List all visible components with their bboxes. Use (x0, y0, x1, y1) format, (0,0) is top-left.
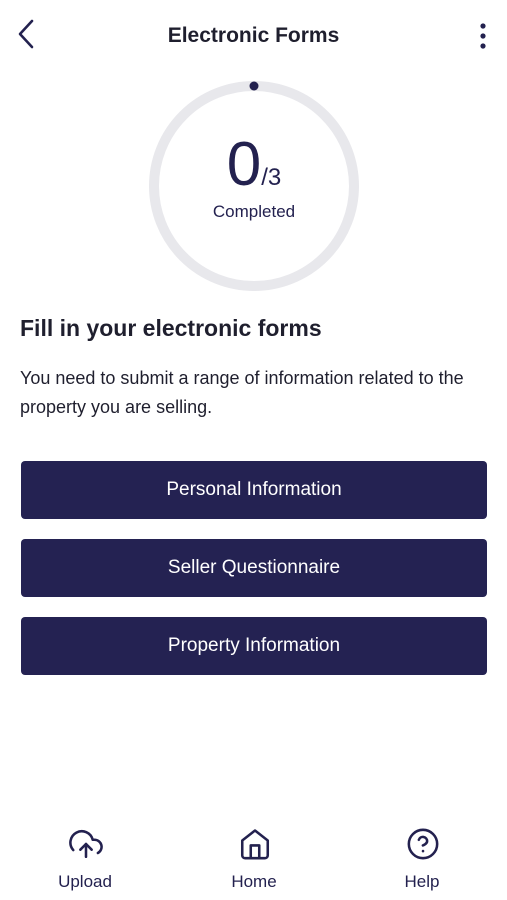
more-options-button[interactable] (469, 16, 497, 56)
nav-home-label: Home (231, 872, 277, 891)
section-title: Fill in your electronic forms (20, 315, 322, 341)
progress-indicator-dot (249, 81, 259, 91)
nav-upload-label: Upload (58, 872, 112, 891)
personal-information-button[interactable]: Personal Information (21, 461, 487, 519)
nav-home[interactable]: Home (194, 815, 314, 900)
bottom-nav: Upload Home Help (0, 815, 507, 900)
more-vertical-icon (480, 23, 486, 49)
page-title: Electronic Forms (167, 24, 340, 47)
section-description: You need to submit a range of informatio… (20, 368, 464, 417)
cloud-upload-icon (69, 830, 103, 859)
progress-ring: 0/3 Completed (148, 80, 360, 292)
app-header: Electronic Forms (0, 0, 507, 74)
progress-count: 0/3 (148, 134, 360, 196)
nav-help[interactable]: Help (362, 815, 482, 900)
total-count: /3 (261, 164, 282, 191)
nav-upload[interactable]: Upload (25, 815, 145, 900)
progress-label: Completed (212, 202, 296, 221)
nav-help-label: Help (404, 872, 440, 891)
property-information-button[interactable]: Property Information (21, 617, 487, 675)
home-icon (240, 829, 270, 860)
help-circle-icon (407, 828, 439, 860)
completed-count: 0 (226, 130, 262, 199)
seller-questionnaire-button[interactable]: Seller Questionnaire (21, 539, 487, 597)
